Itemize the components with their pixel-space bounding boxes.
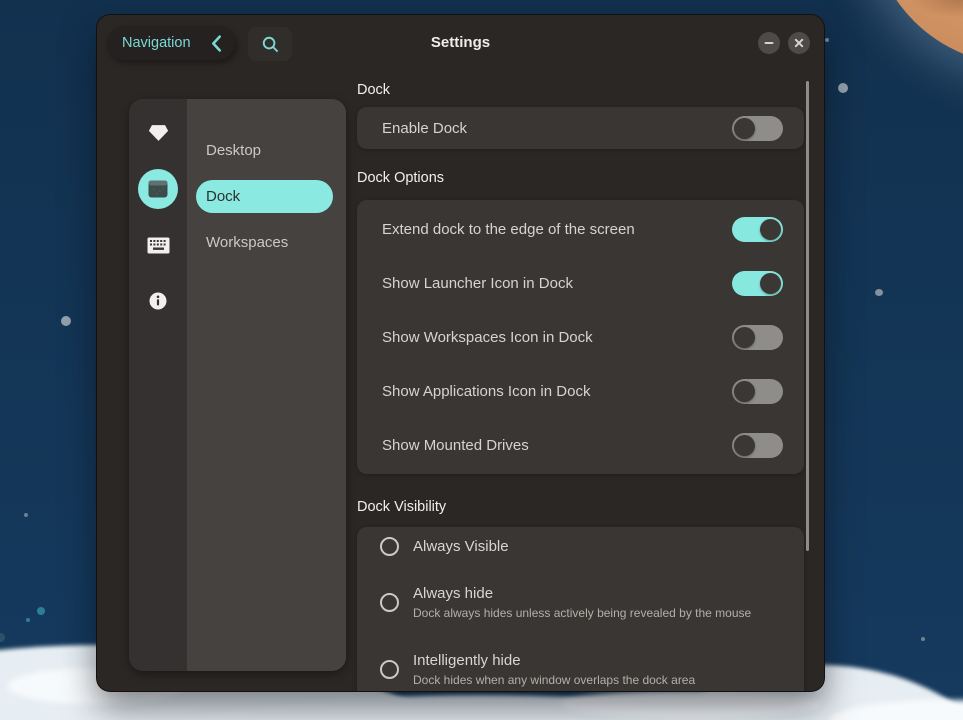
planet-illustration (870, 0, 963, 65)
sidebar: Desktop Dock Workspaces (129, 99, 346, 671)
card-dock: Enable Dock (357, 107, 804, 149)
toggle-launcher-icon[interactable] (732, 271, 783, 296)
radio-description: Dock hides when any window overlaps the … (413, 672, 695, 688)
toggle-applications-icon[interactable] (732, 379, 783, 404)
toggle-extend-dock[interactable] (732, 217, 783, 242)
star (825, 38, 829, 42)
navigation-button[interactable]: Navigation (107, 26, 235, 60)
sidebar-item-workspaces[interactable]: Workspaces (196, 226, 333, 259)
star (875, 289, 883, 296)
info-icon (149, 292, 167, 310)
close-button[interactable] (788, 32, 810, 54)
sidebar-item-label: Workspaces (206, 234, 288, 251)
minimize-button[interactable] (758, 32, 780, 54)
radio-intelligently-hide[interactable] (380, 660, 399, 679)
radio-label: Always Visible (413, 537, 509, 556)
radio-label: Intelligently hide (413, 651, 695, 670)
star (0, 633, 5, 642)
settings-content: Dock Enable Dock Dock Options Extend doc… (357, 83, 804, 692)
section-header-dock-visibility: Dock Visibility (357, 500, 804, 515)
setting-label: Show Mounted Drives (382, 437, 529, 454)
radio-always-visible[interactable] (380, 537, 399, 556)
star (61, 316, 71, 326)
setting-label: Enable Dock (382, 120, 467, 137)
setting-row-applications-icon[interactable]: Show Applications Icon in Dock (357, 364, 804, 418)
minimize-icon (763, 37, 775, 49)
toggle-knob (734, 327, 755, 348)
radio-always-hide[interactable] (380, 593, 399, 612)
setting-label: Show Launcher Icon in Dock (382, 275, 573, 292)
desktop-window-icon (148, 180, 168, 198)
sidebar-item-desktop[interactable]: Desktop (196, 134, 333, 167)
star (838, 83, 848, 93)
toggle-knob (734, 381, 755, 402)
close-icon (793, 37, 805, 49)
toggle-enable-dock[interactable] (732, 116, 783, 141)
snow-patch (560, 690, 820, 718)
sidebar-item-dock[interactable]: Dock (196, 180, 333, 213)
setting-label: Show Applications Icon in Dock (382, 383, 590, 400)
star (26, 618, 30, 622)
section-header-dock-options: Dock Options (357, 171, 804, 186)
star (921, 637, 925, 641)
setting-row-mounted-drives[interactable]: Show Mounted Drives (357, 418, 804, 472)
sidebar-category-keyboard[interactable] (138, 225, 178, 265)
radio-description: Dock always hides unless actively being … (413, 605, 751, 621)
setting-row-extend-dock[interactable]: Extend dock to the edge of the screen (357, 202, 804, 256)
chevron-left-icon (211, 35, 222, 52)
diamond-icon (148, 124, 169, 142)
navigation-label: Navigation (122, 35, 191, 51)
setting-label: Extend dock to the edge of the screen (382, 221, 635, 238)
sidebar-item-label: Dock (206, 188, 240, 205)
card-dock-options: Extend dock to the edge of the screen Sh… (357, 200, 804, 474)
sidebar-category-network[interactable] (138, 113, 178, 153)
radio-row-always-visible[interactable]: Always Visible (357, 537, 804, 556)
toggle-workspaces-icon[interactable] (732, 325, 783, 350)
radio-label: Always hide (413, 584, 751, 603)
setting-label: Show Workspaces Icon in Dock (382, 329, 593, 346)
sidebar-nav-list: Desktop Dock Workspaces (187, 99, 346, 671)
search-icon (261, 35, 280, 54)
scrollbar[interactable] (806, 81, 809, 551)
sidebar-category-desktop[interactable] (138, 169, 178, 209)
setting-row-workspaces-icon[interactable]: Show Workspaces Icon in Dock (357, 310, 804, 364)
radio-row-intelligently-hide[interactable]: Intelligently hide Dock hides when any w… (357, 651, 804, 688)
star (24, 513, 28, 517)
window-controls (758, 15, 810, 71)
search-button[interactable] (248, 27, 292, 61)
card-dock-visibility: Always Visible Always hide Dock always h… (357, 527, 804, 692)
setting-row-launcher-icon[interactable]: Show Launcher Icon in Dock (357, 256, 804, 310)
keyboard-icon (147, 237, 170, 254)
toggle-knob (734, 118, 755, 139)
star (37, 607, 45, 615)
toggle-knob (760, 273, 781, 294)
sidebar-icon-rail (129, 99, 187, 671)
toggle-knob (760, 219, 781, 240)
titlebar[interactable]: Settings Navigation (97, 15, 824, 71)
sidebar-item-label: Desktop (206, 142, 261, 159)
setting-row-enable-dock[interactable]: Enable Dock (357, 107, 804, 149)
settings-window: Settings Navigation (96, 14, 825, 692)
radio-row-always-hide[interactable]: Always hide Dock always hides unless act… (357, 584, 804, 621)
toggle-knob (734, 435, 755, 456)
sidebar-category-about[interactable] (138, 281, 178, 321)
section-header-dock: Dock (357, 83, 804, 98)
toggle-mounted-drives[interactable] (732, 433, 783, 458)
